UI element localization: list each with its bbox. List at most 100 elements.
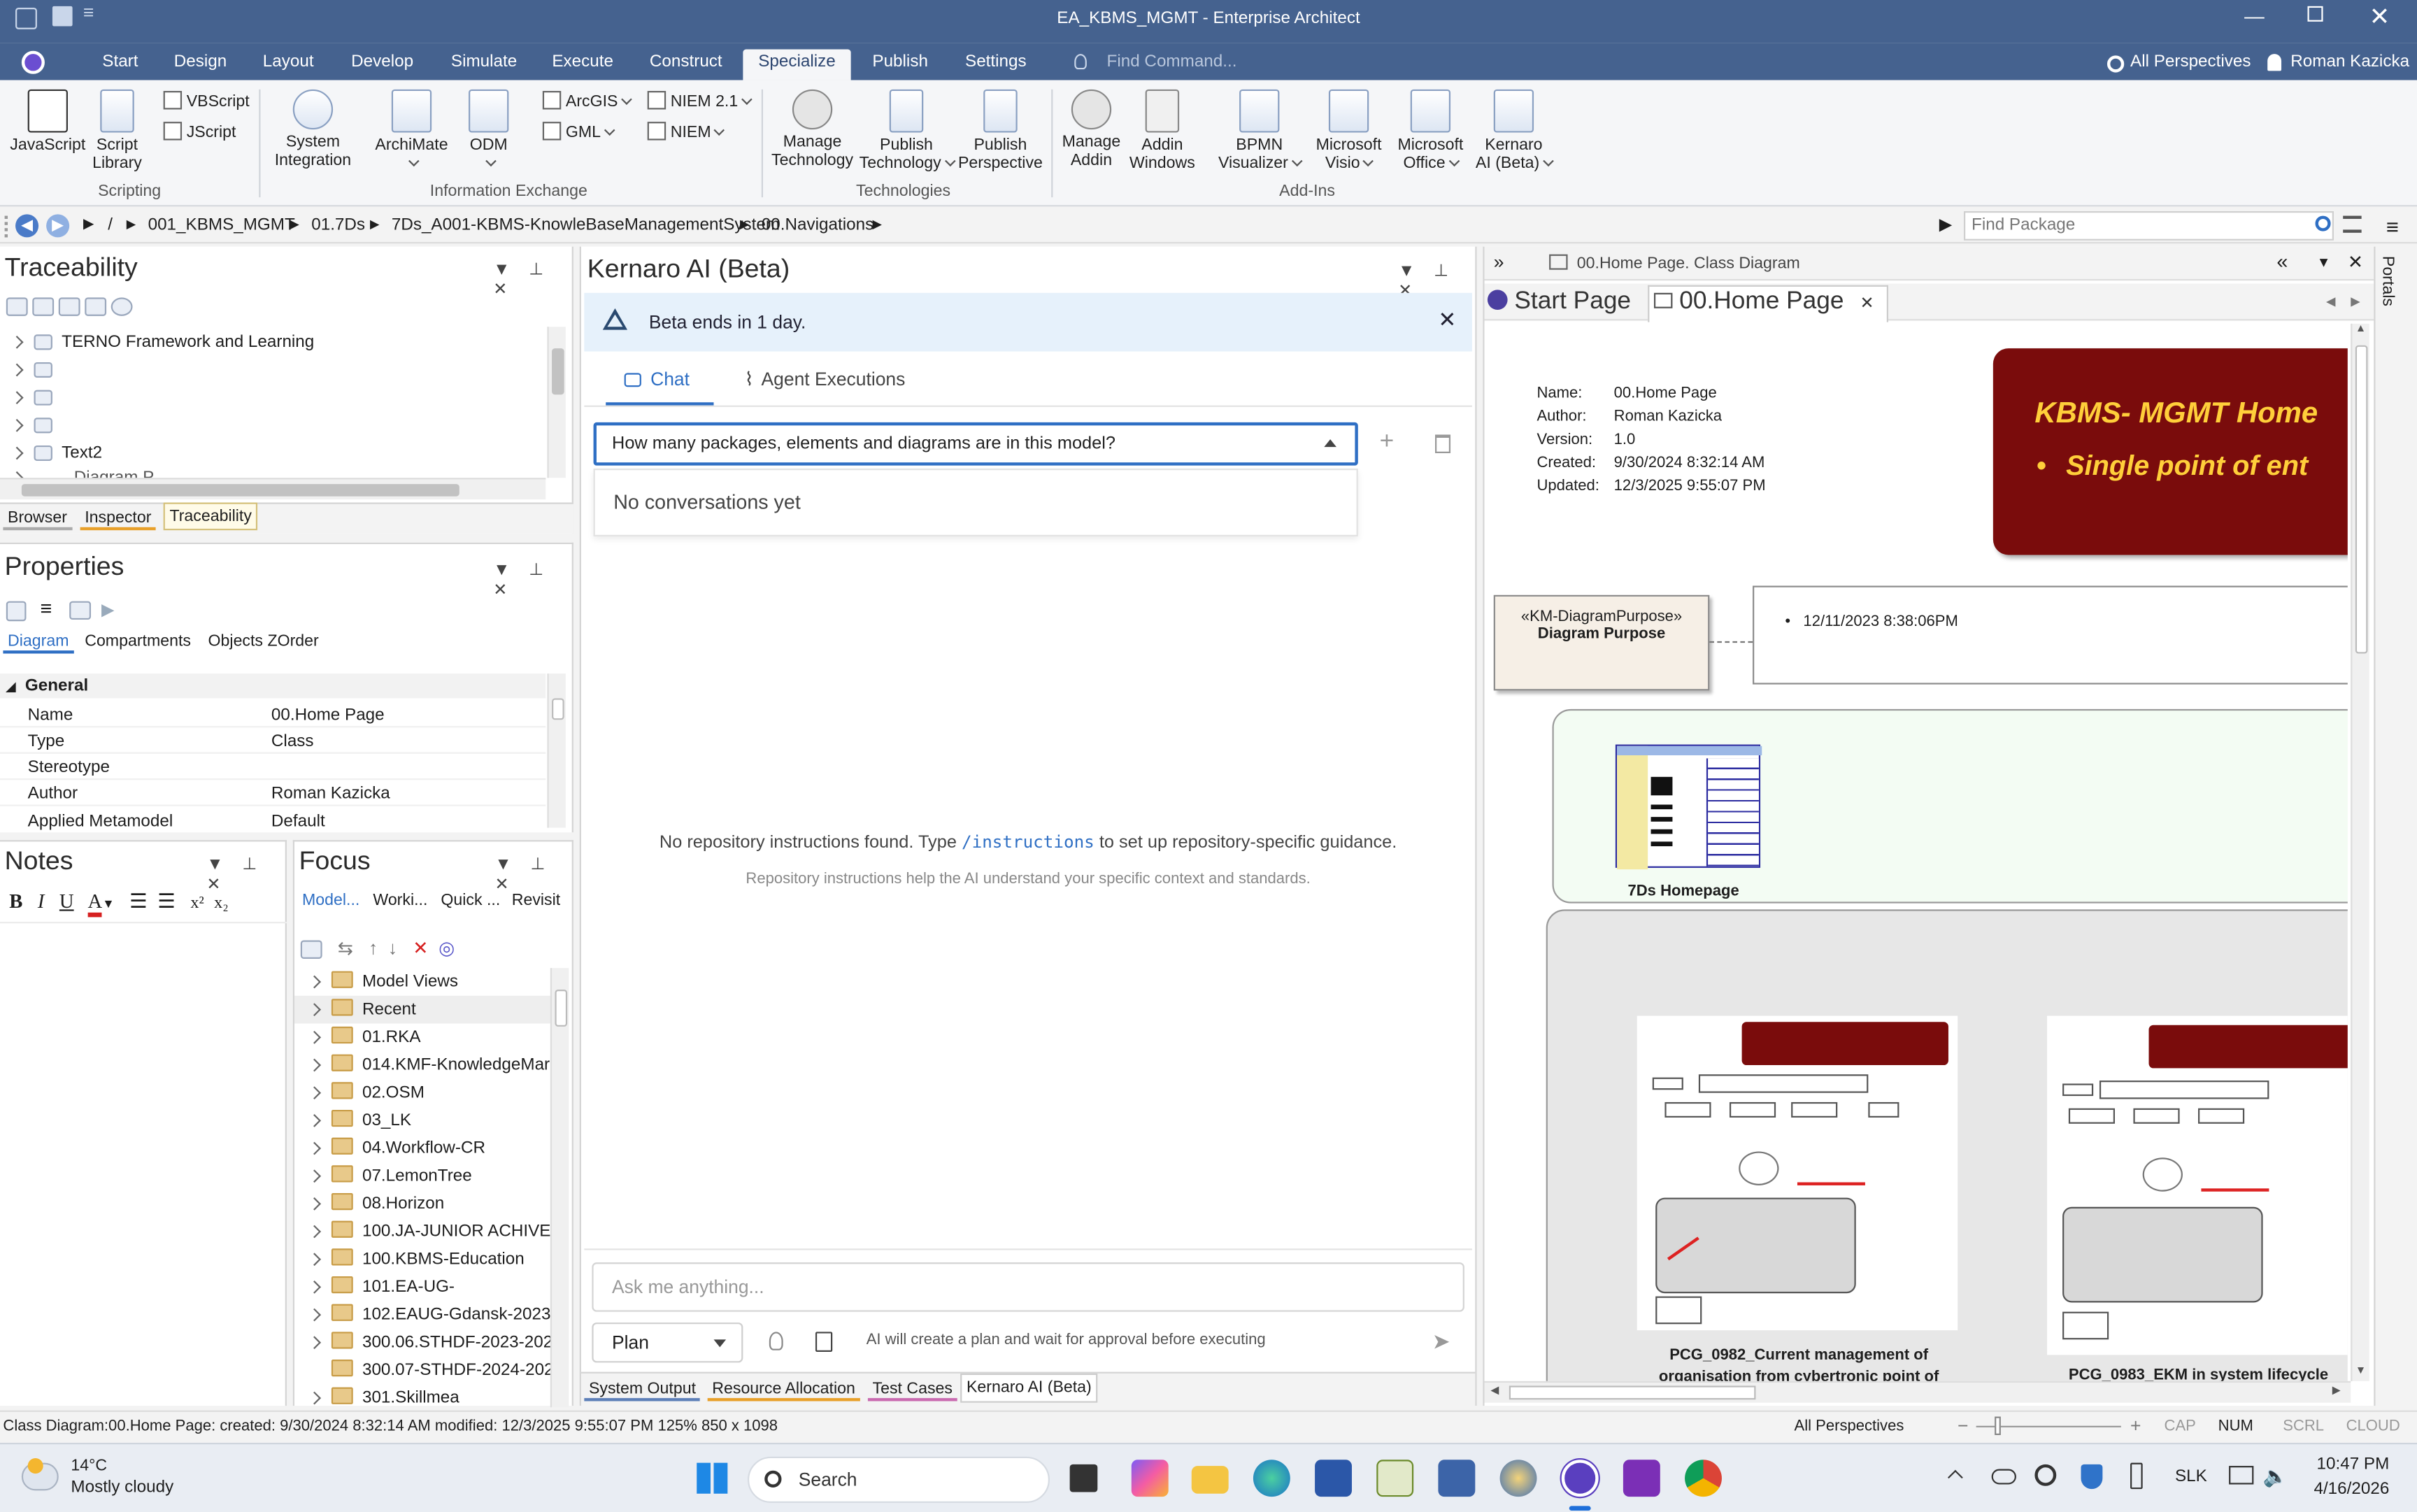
microsoft-office-button[interactable]: Microsoft Office [1392, 89, 1469, 173]
list-item[interactable]: 08.Horizon [308, 1192, 444, 1213]
tab-kernaro-ai[interactable]: Kernaro AI (Beta) [960, 1373, 1098, 1403]
onedrive-icon[interactable] [1991, 1469, 2016, 1485]
bullet-list-icon[interactable]: ☰ [129, 890, 148, 913]
niem21-button[interactable]: NIEM 2.1 [647, 91, 753, 111]
trace-toolbar-icon[interactable] [32, 297, 55, 317]
task-view-icon[interactable] [1069, 1464, 1098, 1492]
tab-design[interactable]: Design [166, 50, 234, 80]
list-item[interactable]: 100.JA-JUNIOR ACHIVEM [308, 1220, 553, 1241]
homepage-frame[interactable]: 7Ds Homepage [1552, 708, 2348, 904]
breadcrumb-item[interactable]: 7Ds_A001-KBMS-KnowleBaseManagementSystem [392, 216, 780, 234]
menu-icon[interactable]: ≡ [2386, 214, 2399, 238]
tray-chevron-up-icon[interactable] [1947, 1469, 1963, 1485]
enterprise-architect-icon[interactable] [1561, 1460, 1599, 1497]
list-item[interactable]: Model Views [308, 971, 458, 991]
horizontal-scrollbar[interactable] [0, 478, 546, 500]
tab-start[interactable]: Start [90, 50, 151, 80]
list-item[interactable]: 07.LemonTree [308, 1165, 472, 1185]
find-command-input[interactable]: Find Command... [1107, 52, 1237, 71]
taskbar-search[interactable]: Search [747, 1456, 1050, 1503]
tree-item[interactable]: TERNO Framework and Learning [10, 333, 314, 352]
diagram-canvas[interactable]: Name: 00.Home Page Author: Roman Kazicka V… [1484, 323, 2348, 1381]
vbscript-button[interactable]: VBScript [163, 91, 250, 111]
ea-menu-icon[interactable] [21, 50, 45, 74]
close-tab-icon[interactable]: ✕ [1860, 294, 1874, 313]
chrome-icon[interactable] [1685, 1460, 1722, 1497]
subscript-button[interactable]: x₂ [214, 894, 229, 912]
copy-icon[interactable] [815, 1332, 833, 1352]
perspectives-status[interactable]: All Perspectives [1795, 1418, 1904, 1435]
note-element[interactable]: • 12/11/2023 8:38:06PM [1753, 585, 2348, 685]
tab-agent-executions[interactable]: ⌇ Agent Executions [745, 369, 906, 390]
jscript-button[interactable]: JScript [163, 122, 236, 142]
list-item[interactable]: Recent [294, 995, 554, 1024]
breadcrumb-root[interactable]: / [108, 216, 113, 234]
tab-layout[interactable]: Layout [252, 50, 323, 80]
pin-icon[interactable]: ⊥ [529, 561, 543, 579]
tab-working[interactable]: Worki... [369, 888, 432, 913]
archimate-button[interactable]: ArchiMate [370, 89, 453, 173]
tab-diagram[interactable]: Diagram [3, 629, 74, 654]
diagram-purpose-element[interactable]: «KM-DiagramPurpose» Diagram Purpose [1493, 594, 1710, 691]
close-icon[interactable]: ✕ [493, 581, 507, 599]
homepage-thumbnail[interactable] [1615, 744, 1762, 870]
javascript-button[interactable]: JavaScript [9, 89, 86, 154]
system-integration-button[interactable]: System Integration [265, 89, 361, 170]
copilot-icon[interactable] [1131, 1460, 1169, 1497]
property-row[interactable]: Stereotype [0, 754, 546, 780]
pin-icon[interactable]: ⊥ [1434, 262, 1448, 280]
panel-dropdown-icon[interactable]: ▼ [493, 561, 510, 579]
panel-dropdown-icon[interactable]: ▼ [495, 855, 512, 873]
list-item[interactable]: 02.OSM [308, 1082, 425, 1102]
close-icon[interactable]: ✕ [493, 280, 507, 299]
manage-technology-button[interactable]: Manage Technology [768, 89, 857, 170]
tab-chat[interactable]: Chat [606, 362, 714, 406]
home-menu-arrow[interactable]: ▶ [83, 216, 94, 233]
tab-objects-zorder[interactable]: Objects ZOrder [204, 629, 323, 653]
clock-time[interactable]: 10:47 PM [2316, 1455, 2390, 1474]
back-icon[interactable]: ◀ [15, 214, 39, 238]
move-down-icon[interactable]: ↓ [388, 937, 397, 959]
property-row[interactable]: Type Class [0, 727, 546, 754]
arcgis-button[interactable]: ArcGIS [542, 91, 632, 111]
breadcrumb-item[interactable]: 01.7Ds [311, 216, 365, 234]
vertical-scrollbar[interactable] [547, 327, 566, 478]
bold-button[interactable]: B [9, 890, 22, 913]
pin-icon[interactable]: ⊥ [242, 855, 257, 873]
property-row[interactable]: Name 00.Home Page [0, 701, 546, 728]
sync-icon[interactable]: ⇆ [338, 937, 353, 959]
minimize-button[interactable]: — [2244, 5, 2265, 28]
tree-item[interactable] [10, 388, 52, 406]
pin-icon[interactable]: ⊥ [529, 260, 543, 278]
delete-icon[interactable]: ✕ [413, 937, 428, 959]
instructions-command[interactable]: /instructions [962, 832, 1095, 853]
list-item[interactable]: 300.06.STHDF-2023-2024 [308, 1332, 553, 1352]
tab-revisit[interactable]: Revisit [507, 888, 565, 913]
horizontal-scrollbar[interactable]: ◀ ▶ [1484, 1381, 2351, 1403]
battery-icon[interactable] [2130, 1462, 2143, 1490]
tab-develop[interactable]: Develop [345, 50, 420, 80]
app-icon[interactable] [1438, 1460, 1476, 1497]
vertical-scrollbar[interactable] [547, 673, 566, 828]
notes-editor[interactable] [0, 922, 287, 1407]
temperature[interactable]: 14°C [71, 1457, 107, 1475]
list-item[interactable]: 102.EAUG-Gdansk-20231 [308, 1304, 553, 1324]
tab-publish[interactable]: Publish [863, 50, 937, 80]
onenote-icon[interactable] [1623, 1460, 1660, 1497]
process-group-frame[interactable]: PCG_0982_Current management of organisat… [1546, 909, 2348, 1381]
pin-icon[interactable]: ⊥ [530, 855, 545, 873]
list-item[interactable]: 100.KBMS-Education [308, 1248, 525, 1269]
manage-addin-button[interactable]: Manage Addin [1057, 89, 1125, 170]
tab-browser[interactable]: Browser [3, 506, 72, 531]
list-item[interactable]: 101.EA-UG- [308, 1276, 455, 1297]
zoom-in-button[interactable]: + [2130, 1415, 2141, 1436]
diagram-thumbnail[interactable] [1637, 1015, 1958, 1331]
trace-toolbar-icon[interactable] [111, 297, 134, 317]
element-icon[interactable] [69, 601, 91, 620]
close-banner-button[interactable]: ✕ [1438, 307, 1456, 333]
niem-button[interactable]: NIEM [647, 122, 725, 142]
panel-dropdown-icon[interactable]: ▼ [206, 855, 223, 873]
model-icon[interactable] [300, 940, 322, 959]
chat-input[interactable]: Ask me anything... [592, 1262, 1464, 1312]
property-row[interactable]: Author Roman Kazicka [0, 780, 546, 806]
